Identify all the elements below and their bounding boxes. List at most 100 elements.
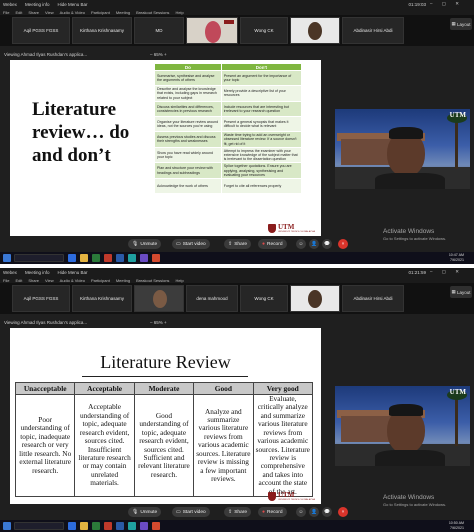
participant-video-tile[interactable] [290,285,340,312]
participant-tile[interactable]: Abdinasir Hirsi Abdi [342,285,404,312]
participants-button[interactable]: 👤 [309,239,319,249]
webex-taskbar-icon[interactable] [128,254,136,262]
window-controls[interactable]: – ▢ ✕ [430,269,463,275]
participants-button[interactable]: 👤 [309,507,319,517]
app-title: Webex [3,2,17,7]
edge-icon[interactable] [68,522,76,530]
leave-meeting-button[interactable]: × [338,239,348,249]
chat-button[interactable]: 💬 [322,507,332,517]
menu-help[interactable]: Help [175,278,183,283]
menu-participant[interactable]: Participant [91,278,110,283]
menu-edit[interactable]: Edit [15,10,22,15]
active-speaker-video[interactable]: UTM [335,109,470,189]
meeting-info-button[interactable]: Meeting info [25,270,50,275]
share-button[interactable]: ⇪ Share [224,239,252,249]
file-explorer-icon[interactable] [80,254,88,262]
windows-start-icon[interactable] [3,254,11,262]
menu-audio-video[interactable]: Audio & Video [60,278,85,283]
table-row: Show you have read widely around your to… [154,146,303,164]
meeting-info-button[interactable]: Meeting info [25,2,50,7]
share-status-bar: Viewing Ahmad Ilyas Rushdan's applica...… [0,318,474,327]
active-speaker-video[interactable]: UTM [335,386,470,466]
table-row: Plan and structure your review with head… [154,162,303,179]
menu-edit[interactable]: Edit [15,278,22,283]
participant-tile[interactable]: dena mahmood [186,285,238,312]
chrome-icon[interactable] [152,254,160,262]
teams-icon[interactable] [140,254,148,262]
powerpoint-icon[interactable] [104,522,112,530]
file-explorer-icon[interactable] [80,522,88,530]
unmute-button[interactable]: 🎙 Unmute [128,507,162,517]
participant-tile[interactable]: Abdinasir Hirsi Abdi [342,17,404,44]
menu-meeting[interactable]: Meeting [116,278,130,283]
participant-name: Wong CK [254,296,274,301]
menu-file[interactable]: File [3,10,9,15]
excel-icon[interactable] [92,522,100,530]
participant-tile[interactable]: Kirthana Krishnasamy [72,17,132,44]
background-utm-logo: UTM [449,388,466,396]
share-icon: ⇪ [228,241,233,247]
excel-icon[interactable] [92,254,100,262]
menu-share[interactable]: Share [28,10,39,15]
record-icon: ● [262,241,266,247]
taskbar-search-box[interactable] [14,522,64,530]
window-controls[interactable]: – ▢ ✕ [430,1,463,7]
participant-video-tile[interactable] [186,17,238,44]
app-title: Webex [3,270,17,275]
chat-icon: 💬 [324,241,330,247]
start-video-button[interactable]: ▭ Start video [172,239,210,249]
powerpoint-icon[interactable] [104,254,112,262]
menu-share[interactable]: Share [28,278,39,283]
reactions-button[interactable]: ☺ [296,507,306,517]
reactions-button[interactable]: ☺ [296,239,306,249]
leave-meeting-button[interactable]: × [338,507,348,517]
menu-breakout[interactable]: Breakout Sessions [136,10,169,15]
participant-tile[interactable]: MD [134,17,184,44]
participant-tile[interactable]: Aqil PGSS FGSS [12,285,70,312]
shared-slide: Literature review… do and don’t Do Don't… [10,60,321,236]
record-button[interactable]: ● Record [258,507,287,517]
webex-taskbar-icon[interactable] [128,522,136,530]
rubric-cell: Evaluate, critically analyze and summari… [252,394,314,497]
zoom-control[interactable]: – 65% + [150,320,167,325]
word-icon[interactable] [116,254,124,262]
menu-breakout[interactable]: Breakout Sessions [136,278,169,283]
zoom-in-icon[interactable]: + [163,52,167,57]
zoom-level: 65% [153,320,163,325]
participant-tile[interactable]: Wong CK [240,17,288,44]
participant-video-tile[interactable] [134,285,184,312]
windows-taskbar: 10:47 AM 7/6/2021 [0,252,474,264]
menu-view[interactable]: View [45,278,54,283]
windows-start-icon[interactable] [3,522,11,530]
unmute-button[interactable]: 🎙 Unmute [128,239,162,249]
chat-button[interactable]: 💬 [322,239,332,249]
word-icon[interactable] [116,522,124,530]
edge-icon[interactable] [68,254,76,262]
menu-audio-video[interactable]: Audio & Video [60,10,85,15]
hide-menu-bar-button[interactable]: Hide Menu Bar [57,2,87,7]
layout-button[interactable]: ▦ Layout [450,18,472,30]
record-button[interactable]: ● Record [258,239,287,249]
menu-participant[interactable]: Participant [91,10,110,15]
teams-icon[interactable] [140,522,148,530]
menu-help[interactable]: Help [175,10,183,15]
participant-video-tile[interactable] [290,17,340,44]
menu-meeting[interactable]: Meeting [116,10,130,15]
hide-menu-bar-button[interactable]: Hide Menu Bar [57,270,87,275]
taskbar-time: 10:50 AM [448,521,464,525]
zoom-control[interactable]: – 65% + [150,52,167,57]
participant-tile[interactable]: Aqil PGSS FGSS [12,17,70,44]
taskbar-search-box[interactable] [14,254,64,262]
layout-button[interactable]: ▦ Layout [450,286,472,298]
zoom-in-icon[interactable]: + [163,320,167,325]
share-button[interactable]: ⇪ Share [224,507,252,517]
chrome-icon[interactable] [152,522,160,530]
menu-file[interactable]: File [3,278,9,283]
rubric-cell: Analyze and summarize various literature… [193,394,254,497]
participant-avatar [205,21,221,43]
participant-tile[interactable]: Kirthana Krishnasamy [72,285,132,312]
participant-tile[interactable]: Wong CK [240,285,288,312]
menu-view[interactable]: View [45,10,54,15]
rubric-header-unacceptable: Unacceptable [14,382,76,395]
start-video-button[interactable]: ▭ Start video [172,507,210,517]
